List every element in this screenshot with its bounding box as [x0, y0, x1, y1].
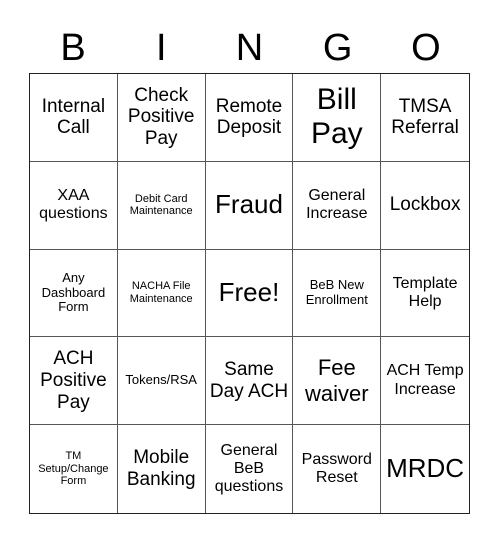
bingo-cell[interactable]: Fee waiver: [293, 337, 382, 426]
bingo-cell[interactable]: Same Day ACH: [205, 337, 294, 426]
bingo-cell[interactable]: Fraud: [205, 161, 294, 250]
bingo-cell[interactable]: XAA questions: [30, 161, 118, 250]
header-letter-i: I: [156, 27, 167, 69]
bingo-cell[interactable]: Tokens/RSA: [117, 337, 206, 426]
bingo-header: B I N G O: [29, 22, 470, 74]
bingo-cell[interactable]: BeB New Enrollment: [293, 249, 382, 338]
bingo-cell[interactable]: Password Reset: [293, 425, 382, 513]
bingo-cell[interactable]: Mobile Banking: [118, 425, 206, 513]
header-letter-o: O: [411, 27, 441, 69]
header-letter-n: N: [235, 27, 264, 69]
bingo-cell[interactable]: General Increase: [293, 161, 382, 250]
header-letter-g: G: [322, 27, 353, 69]
bingo-cell[interactable]: TM Setup/Change Form: [30, 425, 118, 513]
bingo-cell[interactable]: Bill Pay: [293, 74, 382, 162]
header-letter-b: B: [60, 27, 86, 69]
bingo-cell[interactable]: TMSA Referral: [381, 74, 469, 162]
bingo-cell[interactable]: ACH Temp Increase: [381, 337, 469, 426]
bingo-cell[interactable]: NACHA File Maintenance: [117, 249, 206, 338]
bingo-cell[interactable]: MRDC: [381, 425, 469, 513]
bingo-cell[interactable]: General BeB questions: [206, 425, 294, 513]
bingo-cell[interactable]: Template Help: [381, 250, 469, 338]
bingo-cell[interactable]: Debit Card Maintenance: [117, 161, 206, 250]
bingo-cell[interactable]: Any Dashboard Form: [30, 249, 118, 338]
bingo-cell-free[interactable]: Free!: [205, 249, 294, 338]
bingo-cell[interactable]: Internal Call: [30, 74, 118, 162]
bingo-cell[interactable]: Lockbox: [381, 162, 469, 250]
bingo-cell[interactable]: Check Positive Pay: [117, 74, 206, 162]
bingo-cell[interactable]: ACH Positive Pay: [30, 337, 118, 426]
bingo-cell[interactable]: Remote Deposit: [205, 74, 294, 162]
bingo-grid: Internal Call Check Positive Pay Remote …: [29, 73, 470, 514]
